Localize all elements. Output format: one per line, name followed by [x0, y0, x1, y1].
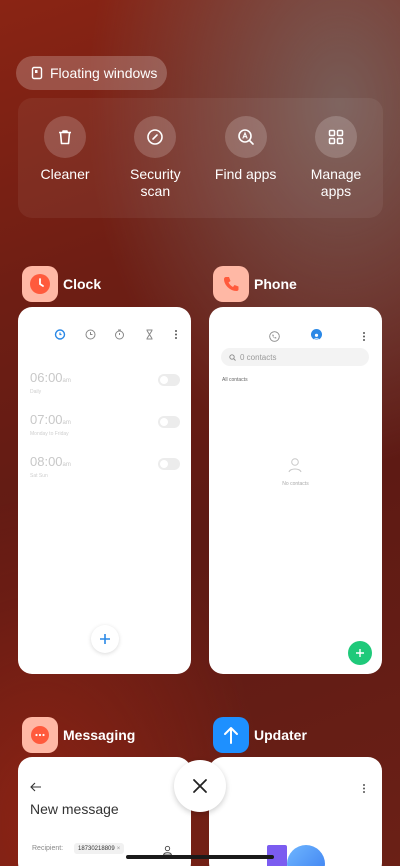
clear-all-button[interactable] — [174, 760, 226, 812]
call-log-tab-icon[interactable] — [269, 329, 280, 347]
phone-app-card[interactable]: 0 contacts All contacts No contacts — [209, 307, 382, 674]
messaging-app-card[interactable]: New message Recipient: 18730218809 × — [18, 757, 191, 866]
grid-icon — [314, 116, 357, 158]
alarm-toggle[interactable] — [158, 416, 180, 428]
timer-tab-icon[interactable] — [144, 327, 155, 345]
floating-windows-label: Floating windows — [50, 65, 158, 81]
alarm-ampm: am — [62, 378, 71, 384]
remove-recipient-icon[interactable]: × — [117, 846, 121, 852]
find-apps-label: Find apps — [214, 166, 277, 182]
stopwatch-tab-icon[interactable] — [114, 327, 125, 345]
alarm-time: 07:00 — [30, 412, 63, 427]
messaging-app-icon — [22, 717, 58, 753]
cleaner-label: Cleaner — [40, 166, 90, 182]
all-contacts-label: All contacts — [222, 377, 248, 383]
manage-apps-label: Manage apps — [310, 166, 362, 199]
alarm-time: 08:00 — [30, 454, 63, 469]
world-clock-tab-icon[interactable] — [85, 327, 96, 345]
plus-icon — [356, 649, 364, 657]
more-menu-icon[interactable] — [361, 329, 367, 347]
contacts-tab-icon[interactable] — [311, 329, 322, 340]
alarm-repeat: Sat Sun — [30, 473, 48, 479]
no-contacts-label: No contacts — [282, 481, 309, 487]
clock-app-name: Clock — [63, 276, 102, 292]
recipient-label: Recipient: — [32, 845, 64, 852]
updater-app-card[interactable] — [209, 757, 382, 866]
phone-app-name: Phone — [254, 276, 297, 292]
manage-apps-button[interactable]: Manage apps — [295, 116, 377, 218]
contacts-search-input[interactable]: 0 contacts — [221, 348, 369, 366]
home-indicator[interactable] — [126, 855, 274, 859]
security-scan-button[interactable]: Security scan — [114, 116, 196, 218]
close-icon — [193, 779, 207, 793]
add-alarm-button[interactable] — [91, 625, 119, 653]
alarm-repeat: Daily — [30, 389, 42, 395]
find-apps-button[interactable]: Find apps — [205, 116, 287, 218]
alarm-item[interactable]: 08:00am Sat Sun — [30, 453, 180, 479]
alarm-time: 06:00 — [30, 370, 63, 385]
updater-app-header[interactable]: Updater — [213, 717, 307, 753]
alarm-ampm: am — [62, 462, 71, 468]
add-contact-button[interactable] — [348, 641, 372, 665]
updater-app-name: Updater — [254, 727, 307, 743]
alarm-ampm: am — [62, 420, 71, 426]
back-arrow-icon[interactable] — [30, 779, 42, 797]
search-a-icon — [224, 116, 267, 158]
floating-windows-button[interactable]: Floating windows — [16, 56, 167, 90]
new-message-title: New message — [30, 801, 119, 817]
shield-scan-icon — [134, 116, 177, 158]
alarm-toggle[interactable] — [158, 374, 180, 386]
security-scan-label: Security scan — [130, 166, 181, 199]
messaging-app-name: Messaging — [63, 727, 136, 743]
updater-illustration-circle — [287, 845, 325, 866]
clock-app-icon — [22, 266, 58, 302]
messaging-app-header[interactable]: Messaging — [22, 717, 135, 753]
more-menu-icon[interactable] — [173, 327, 179, 345]
empty-contacts-icon — [287, 457, 303, 478]
alarm-repeat: Monday to Friday — [30, 431, 69, 437]
clock-tabs — [54, 327, 179, 345]
cleaner-button[interactable]: Cleaner — [24, 116, 106, 218]
phone-app-icon — [213, 266, 249, 302]
phone-app-header[interactable]: Phone — [213, 266, 297, 302]
plus-icon — [100, 634, 110, 644]
quick-tools-panel: Cleaner Security scan Find apps Manage a… — [18, 98, 383, 218]
alarm-tab-icon[interactable] — [54, 327, 66, 345]
more-menu-icon[interactable] — [361, 781, 367, 799]
alarm-item[interactable]: 07:00am Monday to Friday — [30, 411, 180, 437]
search-icon — [229, 353, 236, 361]
alarm-toggle[interactable] — [158, 458, 180, 470]
clock-app-card[interactable]: 06:00am Daily 07:00am Monday to Friday 0… — [18, 307, 191, 674]
alarm-item[interactable]: 06:00am Daily — [30, 369, 180, 395]
trash-icon — [44, 116, 86, 158]
contacts-search-placeholder: 0 contacts — [240, 352, 277, 362]
floating-window-icon — [30, 66, 44, 80]
recipient-chip[interactable]: 18730218809 × — [74, 843, 125, 854]
clock-app-header[interactable]: Clock — [22, 266, 101, 302]
updater-app-icon — [213, 717, 249, 753]
recipient-number: 18730218809 — [78, 845, 115, 852]
